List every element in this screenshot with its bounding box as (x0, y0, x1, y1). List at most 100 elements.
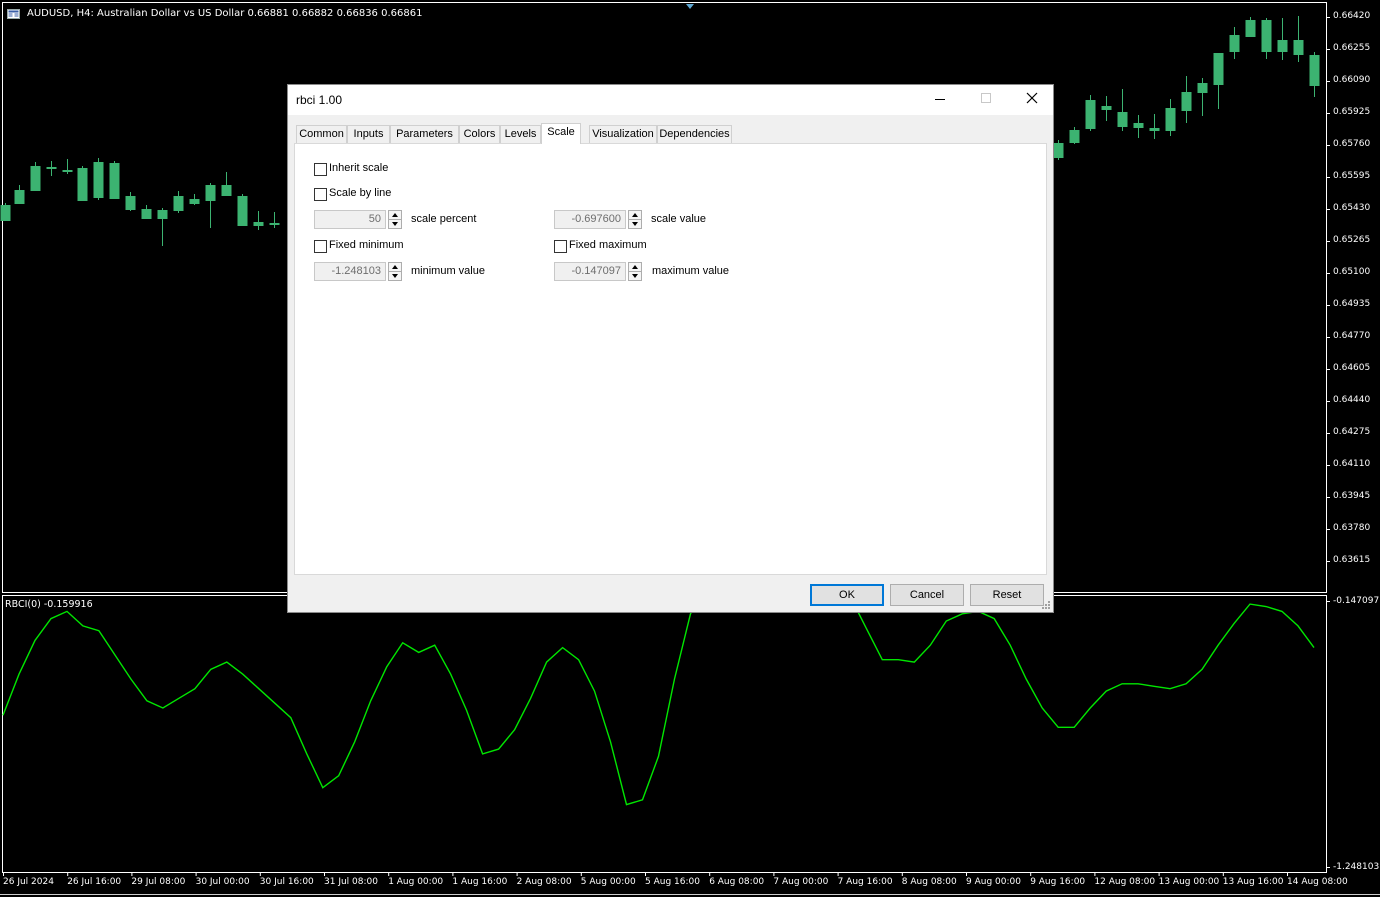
checkbox-box[interactable] (554, 240, 567, 253)
checkbox-box[interactable] (314, 188, 327, 201)
bull-candle (1117, 112, 1128, 127)
tab-levels[interactable]: Levels (500, 125, 541, 143)
minimize-button[interactable] (917, 85, 963, 115)
tab-dependencies[interactable]: Dependencies (657, 125, 732, 143)
minimum-value-label: minimum value (411, 265, 485, 277)
bull-candle (1261, 20, 1272, 52)
bull-candle (1197, 83, 1208, 93)
time-axis-label: 26 Jul 16:00 (67, 877, 122, 887)
price-axis-label: 0.64605 (1333, 363, 1371, 373)
tab-common[interactable]: Common (296, 125, 347, 143)
dialog-title: rbci 1.00 (296, 93, 343, 107)
scale-value-label: scale value (651, 213, 707, 225)
bull-candle (1101, 106, 1112, 110)
bull-candle (1229, 35, 1240, 52)
resize-grip-icon[interactable] (1041, 600, 1051, 610)
bull-candle (1085, 100, 1096, 129)
bull-candle (253, 222, 264, 226)
chart-title: AUDUSD, H4: Australian Dollar vs US Doll… (27, 8, 423, 19)
spin-down-icon (392, 274, 398, 278)
time-axis-label: 12 Aug 08:00 (1094, 877, 1156, 887)
bull-candle (1149, 128, 1160, 131)
maximum-value-spin-buttons[interactable] (628, 262, 642, 281)
price-axis-label: 0.64770 (1333, 331, 1371, 341)
bull-candle (1069, 130, 1080, 143)
tab-scale[interactable]: Scale (541, 123, 581, 144)
price-axis-label: 0.64275 (1333, 427, 1371, 437)
time-axis-label: 13 Aug 00:00 (1158, 877, 1220, 887)
indicator-min-label: -1.248103 (1333, 862, 1380, 872)
time-axis-label: 7 Aug 00:00 (773, 877, 829, 887)
spin-up-icon (392, 213, 398, 217)
indicator-title: RBCI(0) -0.159916 (5, 599, 93, 610)
tab-visualization[interactable]: Visualization (589, 125, 657, 143)
maximize-button[interactable] (963, 85, 1009, 115)
time-axis-label: 5 Aug 00:00 (580, 877, 636, 887)
bull-candle (1309, 55, 1320, 86)
dialog-titlebar[interactable]: rbci 1.00 (288, 85, 1053, 115)
tab-inputs[interactable]: Inputs (347, 125, 390, 143)
scale-value-spin-buttons[interactable] (628, 210, 642, 229)
time-axis-label: 1 Aug 00:00 (388, 877, 444, 887)
inherit-scale-label: Inherit scale (329, 162, 389, 174)
bull-candle (62, 170, 73, 172)
scale-percent-spin-buttons[interactable] (388, 210, 402, 229)
bull-candle (221, 185, 232, 196)
price-axis-label: 0.65430 (1333, 203, 1371, 213)
scale-percent-input[interactable]: 50 (314, 210, 386, 229)
bull-candle (173, 196, 184, 211)
price-axis-label: 0.63945 (1333, 491, 1371, 501)
minimum-value-spin-buttons[interactable] (388, 262, 402, 281)
time-axis-label: 30 Jul 00:00 (195, 877, 250, 887)
time-axis-label: 26 Jul 2024 (3, 877, 54, 887)
bull-candle (157, 210, 168, 219)
spin-down-icon (632, 222, 638, 226)
maximize-icon (981, 93, 991, 103)
bull-candle (189, 199, 200, 204)
time-axis-label: 9 Aug 16:00 (1030, 877, 1086, 887)
time-axis-label: 30 Jul 16:00 (259, 877, 314, 887)
scale-percent-label: scale percent (411, 213, 477, 225)
spin-up-icon (632, 265, 638, 269)
checkbox-box[interactable] (314, 240, 327, 253)
price-axis-label: 0.63780 (1333, 523, 1371, 533)
bull-candle (269, 223, 280, 225)
bull-candle (1277, 40, 1288, 52)
bull-candle (46, 167, 57, 169)
time-axis-label: 1 Aug 16:00 (452, 877, 508, 887)
bull-candle (205, 185, 216, 201)
reset-button[interactable]: Reset (970, 584, 1044, 606)
scale-value-input[interactable]: -0.697600 (554, 210, 626, 229)
bull-candle (1165, 108, 1176, 131)
tab-parameters[interactable]: Parameters (390, 125, 459, 143)
spin-up-icon (632, 213, 638, 217)
time-axis-label: 2 Aug 08:00 (516, 877, 572, 887)
bull-candle (1053, 143, 1064, 158)
minimum-value-input[interactable]: -1.248103 (314, 262, 386, 281)
bull-candle (237, 196, 248, 226)
bull-candle (125, 196, 136, 210)
cancel-button[interactable]: Cancel (890, 584, 964, 606)
time-axis-label: 6 Aug 08:00 (709, 877, 765, 887)
bull-candle (30, 166, 41, 191)
ok-button[interactable]: OK (810, 584, 884, 606)
scale-tab-panel: Inherit scale Scale by line 50 scale per… (294, 143, 1047, 575)
time-axis-label: 14 Aug 08:00 (1287, 877, 1348, 887)
price-axis-label: 0.64935 (1333, 299, 1371, 309)
time-axis-ticks (3, 872, 1288, 876)
price-axis-label: 0.63615 (1333, 555, 1371, 565)
time-axis-label: 8 Aug 08:00 (901, 877, 957, 887)
maximum-value-input[interactable]: -0.147097 (554, 262, 626, 281)
close-button[interactable] (1009, 85, 1055, 115)
spin-down-icon (632, 274, 638, 278)
price-axis-label: 0.65100 (1333, 267, 1371, 277)
bull-candle (1245, 20, 1256, 37)
time-axis-label: 29 Jul 08:00 (131, 877, 186, 887)
bull-candle (1293, 40, 1304, 55)
price-axis-label: 0.65760 (1333, 139, 1371, 149)
time-axis-label: 5 Aug 16:00 (645, 877, 700, 887)
tab-colors[interactable]: Colors (459, 125, 500, 143)
bull-candle (1213, 53, 1224, 85)
checkbox-box[interactable] (314, 163, 327, 176)
bull-candle (1181, 92, 1192, 111)
